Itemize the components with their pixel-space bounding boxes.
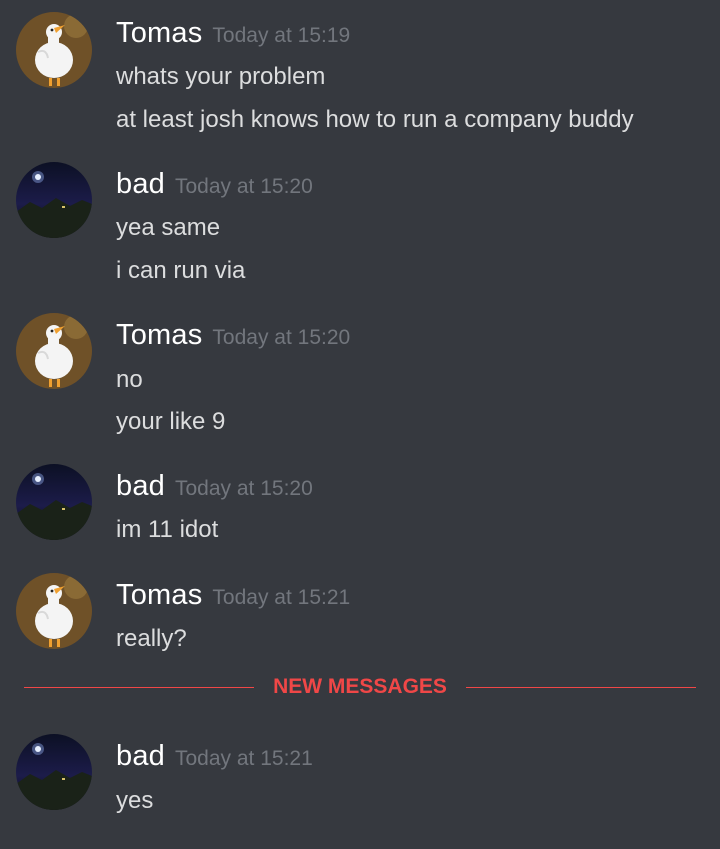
- message-text: im 11 idot: [116, 516, 219, 543]
- message-author[interactable]: bad: [116, 470, 165, 502]
- message-author[interactable]: bad: [116, 168, 165, 200]
- message-text: whats your problem: [116, 63, 326, 90]
- night-sky-icon: [16, 734, 92, 810]
- message-text: yes: [116, 787, 154, 814]
- new-messages-divider-line-right: [466, 687, 696, 688]
- goose-icon: [16, 313, 92, 389]
- message-timestamp: Today at 15:20: [175, 175, 313, 198]
- message-text: i can run via: [116, 257, 246, 284]
- message-author[interactable]: Tomas: [116, 579, 202, 611]
- message-author[interactable]: bad: [116, 740, 165, 772]
- night-sky-icon: [16, 464, 92, 540]
- message-timestamp: Today at 15:21: [212, 586, 351, 609]
- message-timestamp: Today at 15:21: [175, 747, 313, 770]
- message-text: your like 9: [116, 408, 226, 435]
- message-timestamp: Today at 15:19: [212, 24, 351, 47]
- message-text: really?: [116, 625, 187, 652]
- message-author[interactable]: Tomas: [116, 17, 202, 49]
- avatar[interactable]: [16, 734, 92, 810]
- avatar[interactable]: [16, 464, 92, 540]
- message-text: yea same: [116, 214, 221, 241]
- message-timestamp: Today at 15:20: [212, 326, 351, 349]
- goose-icon: [16, 12, 92, 88]
- message-text: no: [116, 366, 143, 393]
- avatar[interactable]: [16, 573, 92, 649]
- night-sky-icon: [16, 162, 92, 238]
- message-author[interactable]: Tomas: [116, 319, 202, 351]
- message-text: at least josh knows how to run a company…: [116, 106, 634, 133]
- message-timestamp: Today at 15:20: [175, 477, 313, 500]
- goose-icon: [16, 573, 92, 649]
- avatar[interactable]: [16, 162, 92, 238]
- avatar[interactable]: [16, 313, 92, 389]
- avatar[interactable]: [16, 12, 92, 88]
